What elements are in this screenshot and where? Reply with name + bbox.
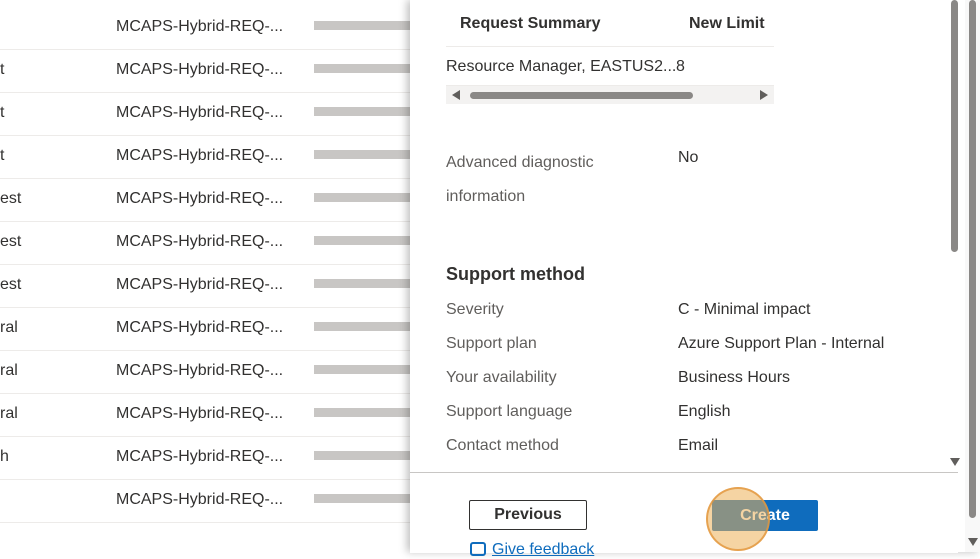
summary-table-header: Request Summary New Limit [446, 0, 774, 47]
list-item[interactable]: t MCAPS-Hybrid-REQ-... [0, 135, 410, 179]
row-name[interactable]: MCAPS-Hybrid-REQ-... [116, 491, 283, 509]
redacted-bar [314, 365, 410, 374]
panel-vertical-scrollbar[interactable] [950, 0, 960, 470]
scroll-thumb[interactable] [470, 92, 693, 99]
new-limit-cell: 8 [676, 58, 685, 75]
row-name[interactable]: MCAPS-Hybrid-REQ-... [116, 18, 283, 36]
review-create-panel: Request Summary New Limit Resource Manag… [410, 0, 980, 558]
list-item[interactable]: ral MCAPS-Hybrid-REQ-... [0, 307, 410, 351]
table-row: Resource Manager, EASTUS2... 8 [446, 47, 774, 86]
row-name[interactable]: MCAPS-Hybrid-REQ-... [116, 233, 283, 251]
row-type: ral [0, 405, 18, 422]
list-item[interactable]: t MCAPS-Hybrid-REQ-... [0, 92, 410, 136]
redacted-bar [314, 150, 410, 159]
row-type: ral [0, 362, 18, 379]
availability-value: Business Hours [678, 369, 791, 386]
availability-label: Your availability [446, 369, 557, 386]
row-name[interactable]: MCAPS-Hybrid-REQ-... [116, 104, 283, 122]
page-vertical-scrollbar[interactable] [965, 0, 980, 552]
support-plan-value: Azure Support Plan - Internal [678, 335, 885, 352]
row-name[interactable]: MCAPS-Hybrid-REQ-... [116, 276, 283, 294]
advanced-diagnostic-value: No [678, 149, 699, 166]
redacted-bar [314, 451, 410, 460]
scroll-left-icon[interactable] [452, 90, 460, 100]
list-item[interactable]: ral MCAPS-Hybrid-REQ-... [0, 393, 410, 437]
support-plan-label: Support plan [446, 335, 537, 352]
row-type: est [0, 276, 22, 293]
list-item[interactable]: est MCAPS-Hybrid-REQ-... [0, 178, 410, 222]
row-type: t [0, 104, 5, 121]
row-name[interactable]: MCAPS-Hybrid-REQ-... [116, 190, 283, 208]
give-feedback-label: Give feedback [492, 541, 595, 558]
redacted-bar [314, 64, 410, 73]
advanced-diagnostic-label: Advanced diagnostic information [446, 154, 594, 205]
redacted-bar [314, 236, 410, 245]
scroll-thumb[interactable] [969, 0, 976, 518]
scroll-down-icon[interactable] [950, 458, 960, 466]
list-item[interactable]: est MCAPS-Hybrid-REQ-... [0, 221, 410, 265]
row-name[interactable]: MCAPS-Hybrid-REQ-... [116, 405, 283, 423]
redacted-bar [314, 279, 410, 288]
row-name[interactable]: MCAPS-Hybrid-REQ-... [116, 147, 283, 165]
give-feedback-link[interactable]: Give feedback [470, 541, 594, 559]
request-summary-cell: Resource Manager, EASTUS2... [446, 58, 677, 75]
row-name[interactable]: MCAPS-Hybrid-REQ-... [116, 319, 283, 337]
severity-label: Severity [446, 301, 504, 318]
list-item[interactable]: h MCAPS-Hybrid-REQ-... [0, 436, 410, 480]
contact-method-label: Contact method [446, 437, 559, 454]
scroll-down-icon[interactable] [968, 538, 978, 546]
row-name[interactable]: MCAPS-Hybrid-REQ-... [116, 61, 283, 79]
severity-value: C - Minimal impact [678, 301, 811, 318]
redacted-bar [314, 107, 410, 116]
row-type: est [0, 190, 22, 207]
row-type: t [0, 61, 5, 78]
row-type: ral [0, 319, 18, 336]
support-method-heading: Support method [446, 264, 585, 284]
list-item[interactable]: t MCAPS-Hybrid-REQ-... [0, 49, 410, 93]
feedback-icon [470, 542, 486, 556]
row-name[interactable]: MCAPS-Hybrid-REQ-... [116, 362, 283, 380]
support-language-label: Support language [446, 403, 573, 420]
contact-method-value: Email [678, 437, 719, 454]
row-type: est [0, 233, 22, 250]
row-name[interactable]: MCAPS-Hybrid-REQ-... [116, 448, 283, 466]
row-type: t [0, 147, 5, 164]
list-item[interactable]: ral MCAPS-Hybrid-REQ-... [0, 350, 410, 394]
redacted-bar [314, 322, 410, 331]
redacted-bar [314, 193, 410, 202]
resource-list: MCAPS-Hybrid-REQ-... t MCAPS-Hybrid-REQ-… [0, 0, 410, 552]
row-type: h [0, 448, 9, 465]
redacted-bar [314, 408, 410, 417]
column-header-request-summary: Request Summary [460, 15, 601, 32]
redacted-bar [314, 494, 410, 503]
column-header-new-limit: New Limit [689, 15, 765, 32]
scroll-right-icon[interactable] [760, 90, 768, 100]
list-item[interactable]: MCAPS-Hybrid-REQ-... [0, 479, 410, 523]
scroll-thumb[interactable] [951, 0, 958, 252]
support-language-value: English [678, 403, 731, 420]
list-item[interactable]: est MCAPS-Hybrid-REQ-... [0, 264, 410, 308]
create-button[interactable]: Create [712, 500, 818, 531]
panel-footer: Previous Create Give feedback [410, 472, 958, 558]
list-item[interactable]: MCAPS-Hybrid-REQ-... [0, 6, 410, 50]
horizontal-scrollbar[interactable] [446, 86, 774, 104]
redacted-bar [314, 21, 410, 30]
previous-button[interactable]: Previous [469, 500, 587, 530]
